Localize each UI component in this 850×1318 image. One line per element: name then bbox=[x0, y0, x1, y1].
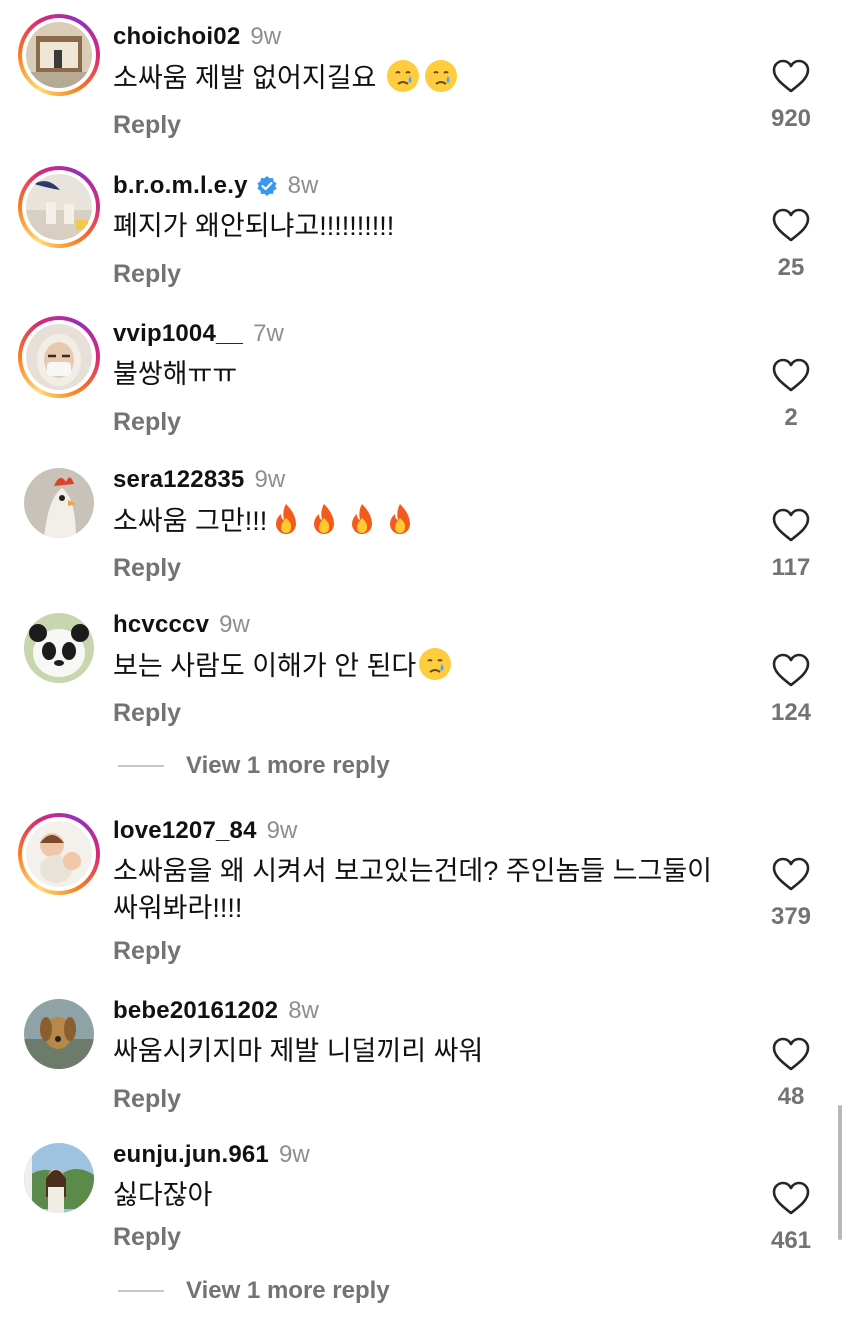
heart-icon[interactable] bbox=[772, 653, 810, 687]
like-count: 117 bbox=[771, 554, 811, 581]
reply-button[interactable]: Reply bbox=[113, 699, 181, 728]
like-count: 25 bbox=[777, 254, 805, 281]
reply-button[interactable]: Reply bbox=[113, 408, 181, 437]
crying-face-emoji bbox=[418, 647, 452, 681]
scrollbar[interactable] bbox=[838, 1105, 842, 1240]
reply-button[interactable]: Reply bbox=[113, 937, 181, 966]
comment-text: 소싸움을 왜 시켜서 보고있는건데? 주인놈들 느그둘이 싸워봐라!!!! bbox=[113, 856, 720, 923]
username[interactable]: eunju.jun.961 bbox=[113, 1141, 269, 1169]
comment-text: 싫다잖아 bbox=[113, 1180, 213, 1210]
avatar-image bbox=[24, 613, 94, 683]
heart-icon[interactable] bbox=[772, 358, 810, 392]
comment-text: 보는 사람도 이해가 안 된다 bbox=[113, 647, 733, 685]
fire-emoji bbox=[307, 502, 341, 536]
verified-badge-icon bbox=[257, 176, 277, 196]
avatar[interactable] bbox=[18, 607, 100, 689]
comment-time: 9w bbox=[254, 466, 286, 493]
username[interactable]: sera122835 bbox=[113, 466, 244, 494]
avatar-image bbox=[26, 324, 92, 390]
like-count: 920 bbox=[770, 105, 812, 132]
comment-time: 9w bbox=[250, 23, 282, 50]
heart-icon[interactable] bbox=[772, 857, 810, 891]
reply-button[interactable]: Reply bbox=[113, 554, 181, 583]
like-count: 124 bbox=[770, 699, 812, 726]
like-control: 2 bbox=[752, 358, 830, 432]
heart-icon[interactable] bbox=[772, 208, 810, 242]
like-control: 48 bbox=[752, 1037, 830, 1111]
avatar-image bbox=[24, 1143, 94, 1213]
comment-time: 9w bbox=[219, 611, 250, 638]
divider-line bbox=[118, 765, 164, 767]
username[interactable]: choichoi02 bbox=[113, 23, 240, 51]
username[interactable]: vvip1004__ bbox=[113, 320, 243, 348]
comment-time: 9w bbox=[266, 817, 298, 844]
comment-time: 7w bbox=[253, 320, 284, 347]
comment-text: 싸움시키지마 제발 니덜끼리 싸워 bbox=[113, 1036, 484, 1066]
comment-text: 폐지가 왜안되냐고!!!!!!!!!! bbox=[113, 211, 395, 241]
heart-icon[interactable] bbox=[772, 1037, 810, 1071]
avatar[interactable] bbox=[18, 993, 100, 1075]
crying-face-emoji bbox=[386, 59, 420, 93]
username[interactable]: bebe20161202 bbox=[113, 997, 278, 1025]
comment-text: 불쌍해ㅠㅠ bbox=[113, 359, 238, 389]
username[interactable]: b.r.o.m.l.e.y bbox=[113, 172, 248, 200]
view-more-replies[interactable]: View 1 more reply bbox=[118, 1277, 390, 1305]
fire-emoji bbox=[345, 502, 379, 536]
avatar[interactable] bbox=[18, 462, 100, 544]
comment-time: 8w bbox=[288, 997, 319, 1024]
fire-emoji bbox=[269, 502, 303, 536]
reply-button[interactable]: Reply bbox=[113, 1085, 181, 1114]
username[interactable]: love1207_84 bbox=[113, 817, 257, 845]
avatar[interactable] bbox=[18, 166, 100, 248]
like-count: 48 bbox=[777, 1083, 805, 1110]
like-control: 920 bbox=[752, 59, 830, 133]
reply-button[interactable]: Reply bbox=[113, 1223, 181, 1252]
fire-emoji bbox=[383, 502, 417, 536]
like-control: 379 bbox=[752, 857, 830, 931]
view-more-replies-label: View 1 more reply bbox=[186, 752, 390, 779]
view-more-replies[interactable]: View 1 more reply bbox=[118, 752, 390, 780]
heart-icon[interactable] bbox=[772, 59, 810, 93]
avatar-image bbox=[24, 999, 94, 1069]
view-more-replies-label: View 1 more reply bbox=[186, 1277, 390, 1304]
avatar-image bbox=[24, 468, 94, 538]
like-count: 461 bbox=[770, 1227, 812, 1254]
like-control: 461 bbox=[752, 1181, 830, 1255]
comment-text: 소싸움 제발 없어지길요 bbox=[113, 59, 733, 97]
reply-button[interactable]: Reply bbox=[113, 260, 181, 289]
heart-icon[interactable] bbox=[772, 508, 810, 542]
avatar-image bbox=[26, 22, 92, 88]
avatar[interactable] bbox=[18, 14, 100, 96]
comment-time: 9w bbox=[278, 1141, 310, 1168]
like-control: 124 bbox=[752, 653, 830, 727]
comment-text: 소싸움 그만!!! bbox=[113, 502, 733, 540]
like-count: 379 bbox=[770, 903, 812, 930]
like-control: 25 bbox=[752, 208, 830, 282]
avatar[interactable] bbox=[18, 316, 100, 398]
username[interactable]: hcvcccv bbox=[113, 611, 209, 639]
avatar[interactable] bbox=[18, 1137, 100, 1219]
comment-time: 8w bbox=[287, 172, 319, 199]
like-count: 2 bbox=[784, 404, 798, 431]
avatar-image bbox=[26, 174, 92, 240]
heart-icon[interactable] bbox=[772, 1181, 810, 1215]
crying-face-emoji bbox=[424, 59, 458, 93]
avatar[interactable] bbox=[18, 813, 100, 895]
like-control: 117 bbox=[752, 508, 830, 582]
avatar-image bbox=[26, 821, 92, 887]
divider-line bbox=[118, 1290, 164, 1292]
reply-button[interactable]: Reply bbox=[113, 111, 181, 140]
